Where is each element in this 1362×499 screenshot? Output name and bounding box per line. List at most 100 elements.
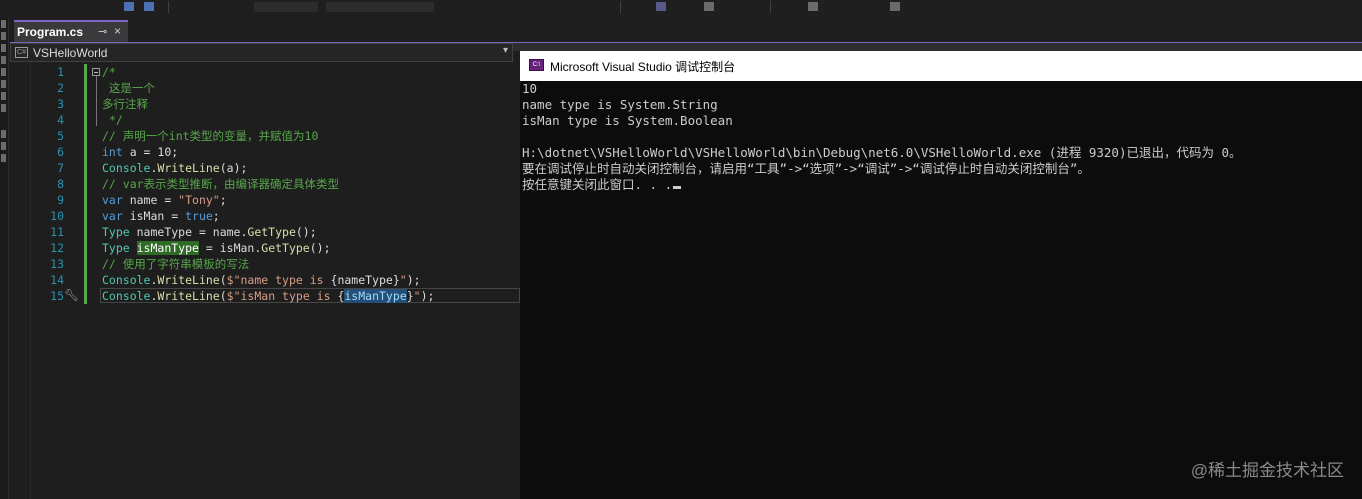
code-text: 多行注释 — [102, 96, 148, 112]
code-token: int — [102, 145, 123, 159]
side-tab[interactable] — [1, 56, 6, 64]
change-marker — [84, 112, 87, 128]
side-tab[interactable] — [1, 44, 6, 52]
chevron-down-icon[interactable]: ▾ — [503, 45, 508, 56]
line-number: 13 — [50, 257, 64, 271]
code-line[interactable]: 6 int a = 10; — [10, 144, 520, 160]
code-token: WriteLine — [157, 161, 220, 175]
change-marker — [84, 96, 87, 112]
console-line-text: name type is System.String — [522, 97, 718, 112]
collapse-icon[interactable] — [92, 68, 100, 76]
code-editor[interactable]: 🔧︎ 1/* 2 这是一个 3 多行注释 4 */5// 声明一个int类型的变量，并赋… — [10, 62, 520, 499]
toolbar-icon[interactable] — [144, 2, 154, 11]
code-token: true — [185, 209, 213, 223]
change-marker — [84, 256, 87, 272]
code-token: ; — [212, 209, 220, 223]
csharp-project-icon: C# — [15, 47, 28, 58]
toolbar-icon[interactable] — [124, 2, 134, 11]
toolbar-icon[interactable] — [704, 2, 714, 11]
code-token: 这是一个 — [102, 81, 155, 95]
code-token: isManType — [136, 241, 199, 255]
code-token: } — [406, 289, 414, 303]
side-tab[interactable] — [1, 130, 6, 138]
code-text: Console.WriteLine($"name type is {nameTy… — [102, 272, 421, 288]
code-token: ( — [219, 289, 227, 303]
change-marker — [84, 208, 87, 224]
change-marker — [84, 80, 87, 96]
code-token: = isMan. — [198, 241, 262, 255]
code-token: ; — [219, 193, 227, 207]
console-line: name type is System.String — [522, 97, 718, 113]
project-name: VSHelloWorld — [33, 46, 108, 60]
side-tab[interactable] — [1, 68, 6, 76]
code-token: " — [413, 289, 421, 303]
side-tab[interactable] — [1, 104, 6, 112]
console-line-text: 按任意键关闭此窗口. . . — [522, 177, 673, 192]
line-number: 8 — [57, 177, 64, 191]
line-number: 5 — [57, 129, 64, 143]
code-token: ( — [219, 273, 227, 287]
console-app-icon: C:\ — [529, 59, 544, 71]
code-text: Console.WriteLine($"isMan type is {isMan… — [102, 288, 434, 304]
side-tab[interactable] — [1, 142, 6, 150]
toolbar-separator — [620, 1, 621, 13]
close-icon[interactable]: × — [114, 24, 121, 38]
code-line[interactable]: 10 var isMan = true; — [10, 208, 520, 224]
code-token: WriteLine — [157, 289, 220, 303]
change-marker — [84, 288, 87, 304]
toolbar-icon[interactable] — [656, 2, 666, 11]
side-tab[interactable] — [1, 32, 6, 40]
side-tab[interactable] — [1, 154, 6, 162]
code-line[interactable]: 8 // var表示类型推断，由编译器确定具体类型 — [10, 176, 520, 192]
code-token: */ — [102, 113, 123, 127]
console-line-text: 10 — [522, 81, 538, 96]
toolbar-icon[interactable] — [808, 2, 818, 11]
console-line-text: isMan type is System.Boolean — [522, 113, 733, 128]
code-line[interactable]: 2 这是一个 — [10, 80, 520, 96]
console-line: H:\dotnet\VSHelloWorld\VSHelloWorld\bin\… — [522, 145, 1242, 161]
pin-icon[interactable]: ⊸ — [98, 25, 107, 38]
code-token: /* — [102, 65, 116, 79]
line-number: 1 — [57, 65, 64, 79]
code-line[interactable]: 3 多行注释 — [10, 96, 520, 112]
code-token: (); — [309, 241, 331, 255]
tab-title: Program.cs — [17, 25, 84, 39]
code-token: var — [102, 193, 123, 207]
side-tool-strip — [0, 18, 9, 499]
code-line[interactable]: 4 */ — [10, 112, 520, 128]
toolbar-separator — [168, 1, 169, 13]
code-line[interactable]: 7 Console.WriteLine(a); — [10, 160, 520, 176]
code-token: Type — [102, 225, 130, 239]
code-token: (); — [295, 225, 317, 239]
console-title-bar: C:\ Microsoft Visual Studio 调试控制台 — [520, 51, 1362, 81]
side-tab[interactable] — [1, 92, 6, 100]
console-line: 要在调试停止时自动关闭控制台，请启用“工具”->“选项”->“调试”->“调试停… — [522, 161, 1090, 177]
side-tab[interactable] — [1, 20, 6, 28]
code-line[interactable]: 13 // 使用了字符串模板的写法 — [10, 256, 520, 272]
toolbar — [0, 0, 1362, 19]
code-line[interactable]: 1 /* — [10, 64, 520, 80]
line-number: 3 — [57, 97, 64, 111]
toolbar-dropdown[interactable] — [326, 2, 434, 12]
code-line[interactable]: 11 Type nameType = name.GetType(); — [10, 224, 520, 240]
change-marker — [84, 128, 87, 144]
code-text: 这是一个 — [102, 80, 155, 96]
debug-console-output[interactable]: 10 name type is System.String isMan type i… — [520, 81, 1362, 499]
toolbar-icon[interactable] — [890, 2, 900, 11]
console-line: 按任意键关闭此窗口. . . — [522, 177, 682, 193]
tab-program-cs[interactable]: Program.cs ⊸ × — [14, 20, 128, 42]
code-token: Console — [102, 161, 151, 175]
code-line[interactable]: 15 Console.WriteLine($"isMan type is {isM… — [10, 288, 520, 304]
line-number: 2 — [57, 81, 64, 95]
side-tab[interactable] — [1, 80, 6, 88]
code-line[interactable]: 5 // 声明一个int类型的变量，并赋值为10 — [10, 128, 520, 144]
code-line[interactable]: 9 var name = "Tony"; — [10, 192, 520, 208]
project-dropdown[interactable]: C# VSHelloWorld ▾ — [10, 43, 513, 62]
code-line[interactable]: 12 Type isManType = isMan.GetType(); — [10, 240, 520, 256]
toolbar-separator — [770, 1, 771, 13]
toolbar-dropdown[interactable] — [254, 2, 318, 12]
code-line[interactable]: 14 Console.WriteLine($"name type is {name… — [10, 272, 520, 288]
code-token: isManType — [344, 289, 407, 303]
code-text: */ — [102, 112, 123, 128]
code-token: ); — [420, 289, 435, 303]
